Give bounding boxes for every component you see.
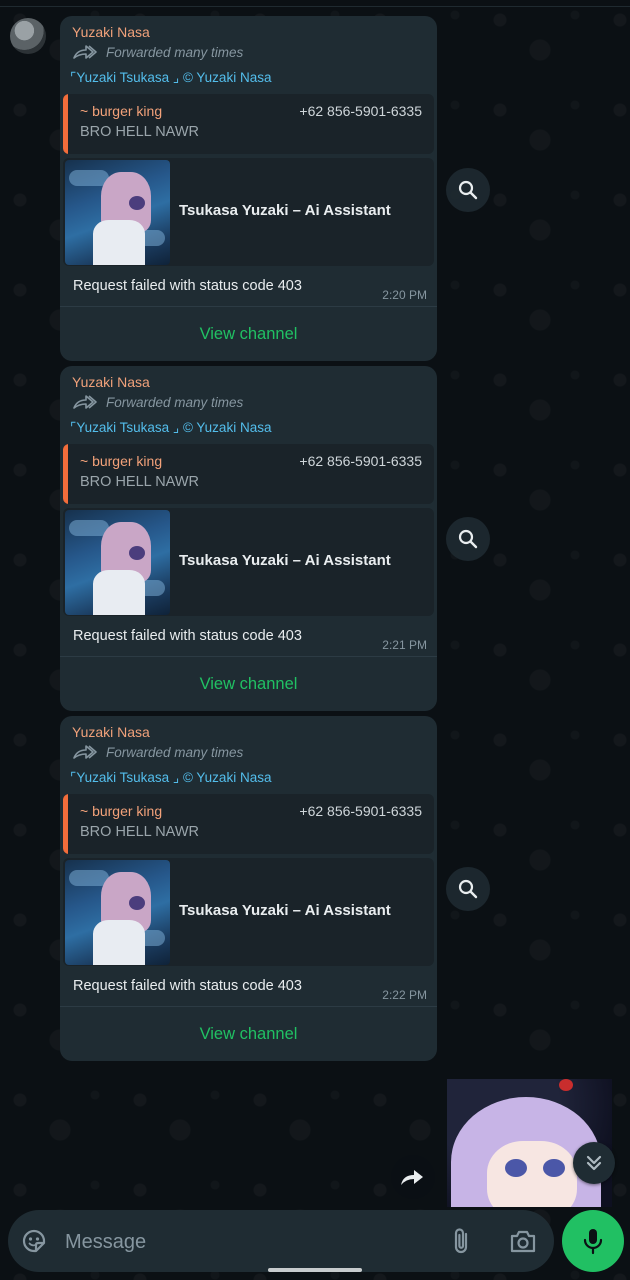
sender-name[interactable]: Yuzaki Nasa (72, 724, 150, 740)
channel-attribution[interactable]: ⌜Yuzaki Tsukasa ⌟ © Yuzaki Nasa (70, 420, 271, 436)
forwarded-label: Forwarded many times (72, 392, 243, 412)
link-preview[interactable]: Tsukasa Yuzaki – Ai Assistant (63, 858, 434, 966)
message-composer (8, 1210, 554, 1272)
preview-thumbnail (65, 510, 170, 615)
link-preview[interactable]: Tsukasa Yuzaki – Ai Assistant (63, 158, 434, 266)
quote-bar (63, 94, 68, 154)
sender-avatar[interactable] (10, 18, 46, 54)
camera-icon[interactable] (508, 1227, 538, 1255)
sender-name[interactable]: Yuzaki Nasa (72, 374, 150, 390)
forward-double-arrow-icon (73, 45, 97, 59)
message-bubble[interactable]: Yuzaki Nasa Forwarded many times ⌜Yuzaki… (60, 716, 437, 1061)
view-channel-button[interactable]: View channel (60, 307, 437, 361)
forwarded-text: Forwarded many times (106, 44, 244, 60)
preview-thumbnail (65, 160, 170, 265)
forwarded-text: Forwarded many times (106, 394, 244, 410)
quote-phone: +62 856-5901-6335 (299, 453, 422, 469)
forwarded-text: Forwarded many times (106, 744, 244, 760)
preview-title: Tsukasa Yuzaki – Ai Assistant (179, 552, 391, 569)
search-icon (458, 879, 478, 899)
mic-icon (583, 1229, 603, 1255)
message-text: Request failed with status code 403 (73, 628, 302, 644)
forward-icon (401, 1170, 423, 1185)
search-icon (458, 180, 478, 200)
preview-title: Tsukasa Yuzaki – Ai Assistant (179, 202, 391, 219)
channel-attribution[interactable]: ⌜Yuzaki Tsukasa ⌟ © Yuzaki Nasa (70, 70, 271, 86)
quote-author: ~ burger king (80, 453, 163, 469)
forwarded-label: Forwarded many times (72, 742, 243, 762)
message-input[interactable] (63, 1222, 437, 1262)
message-text: Request failed with status code 403 (73, 978, 302, 994)
quote-text: BRO HELL NAWR (80, 124, 199, 140)
quote-text: BRO HELL NAWR (80, 474, 199, 490)
search-icon (458, 529, 478, 549)
quote-text: BRO HELL NAWR (80, 824, 199, 840)
quote-author: ~ burger king (80, 803, 163, 819)
forward-double-arrow-icon (73, 745, 97, 759)
quote-phone: +62 856-5901-6335 (299, 103, 422, 119)
message-bubble[interactable]: Yuzaki Nasa Forwarded many times ⌜Yuzaki… (60, 16, 437, 361)
scroll-to-bottom-button[interactable] (573, 1142, 615, 1184)
quote-bar (63, 794, 68, 854)
paperclip-icon[interactable] (448, 1226, 476, 1256)
message-time: 2:22 PM (382, 988, 427, 1002)
quoted-message[interactable]: ~ burger king +62 856-5901-6335 BRO HELL… (63, 444, 434, 504)
header-divider (0, 6, 630, 7)
preview-title: Tsukasa Yuzaki – Ai Assistant (179, 902, 391, 919)
view-channel-button[interactable]: View channel (60, 657, 437, 711)
search-button[interactable] (446, 168, 490, 212)
message-text: Request failed with status code 403 (73, 278, 302, 294)
channel-attribution[interactable]: ⌜Yuzaki Tsukasa ⌟ © Yuzaki Nasa (70, 770, 271, 786)
view-channel-button[interactable]: View channel (60, 1007, 437, 1061)
home-indicator[interactable] (268, 1268, 362, 1272)
voice-record-button[interactable] (562, 1210, 624, 1272)
preview-thumbnail (65, 860, 170, 965)
sender-name[interactable]: Yuzaki Nasa (72, 24, 150, 40)
search-button[interactable] (446, 867, 490, 911)
quoted-message[interactable]: ~ burger king +62 856-5901-6335 BRO HELL… (63, 94, 434, 154)
message-bubble[interactable]: Yuzaki Nasa Forwarded many times ⌜Yuzaki… (60, 366, 437, 711)
sticker-icon[interactable] (20, 1227, 48, 1255)
message-time: 2:21 PM (382, 638, 427, 652)
quoted-message[interactable]: ~ burger king +62 856-5901-6335 BRO HELL… (63, 794, 434, 854)
quote-phone: +62 856-5901-6335 (299, 803, 422, 819)
forwarded-label: Forwarded many times (72, 42, 243, 62)
message-time: 2:20 PM (382, 288, 427, 302)
forward-button[interactable] (391, 1155, 435, 1199)
search-button[interactable] (446, 517, 490, 561)
double-chevron-down-icon (586, 1155, 602, 1171)
quote-bar (63, 444, 68, 504)
link-preview[interactable]: Tsukasa Yuzaki – Ai Assistant (63, 508, 434, 616)
quote-author: ~ burger king (80, 103, 163, 119)
forward-double-arrow-icon (73, 395, 97, 409)
